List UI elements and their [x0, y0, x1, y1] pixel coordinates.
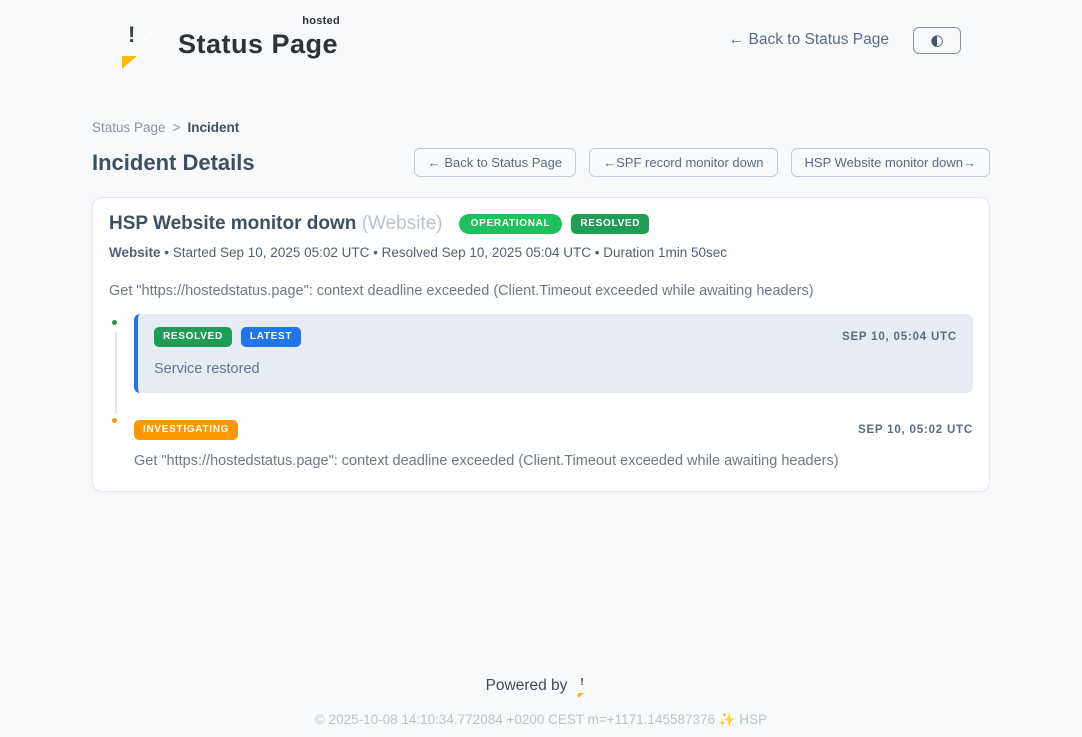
incident-meta: Website • Started Sep 10, 2025 05:02 UTC… [109, 245, 973, 260]
timeline-entry-investigating: INVESTIGATING SEP 10, 05:02 UTC Get "htt… [134, 420, 973, 469]
powered-by: Powered by ! ✓ [486, 676, 597, 695]
back-to-status-page-button[interactable]: ← Back to Status Page [414, 148, 576, 177]
incident-title-row: HSP Website monitor down (Website) OPERA… [109, 213, 973, 235]
mini-logo-tail [578, 693, 584, 698]
timeline-rail [115, 332, 117, 425]
header: ! ✓ Status Pagehosted ← Back to Status P… [0, 0, 1082, 68]
logo-text: Status Pagehosted [178, 21, 338, 60]
title-row: Incident Details ← Back to Status Page ←… [92, 148, 990, 177]
incident-component-label: (Website) [362, 213, 443, 234]
status-page-logo[interactable]: ! ✓ Status Pagehosted [118, 19, 338, 61]
timeline-message: Get "https://hostedstatus.page": context… [134, 453, 973, 469]
breadcrumb-separator: > [173, 120, 181, 135]
timeline-resolved-badge: RESOLVED [154, 327, 232, 347]
status-page-mini-logo-icon[interactable]: ! ✓ [576, 676, 596, 695]
incident-card: HSP Website monitor down (Website) OPERA… [92, 197, 990, 492]
timeline-investigating-badge: INVESTIGATING [134, 420, 238, 440]
sparkles-icon: ✨ [719, 712, 736, 727]
checkmark-icon: ✓ [142, 27, 156, 44]
copyright-text: © 2025-10-08 14:10:34.772084 +0200 CEST … [315, 712, 715, 727]
incident-timeline: RESOLVED LATEST SEP 10, 05:04 UTC Servic… [109, 314, 973, 469]
breadcrumb: Status Page > Incident [92, 120, 990, 135]
incident-nav-buttons: ← Back to Status Page ←SPF record monito… [414, 148, 990, 177]
timeline-entry-resolved: RESOLVED LATEST SEP 10, 05:04 UTC Servic… [134, 314, 973, 393]
timeline-timestamp: SEP 10, 05:04 UTC [842, 331, 957, 343]
breadcrumb-status-page[interactable]: Status Page [92, 120, 166, 135]
exclamation-icon: ! [128, 24, 135, 46]
incident-description: Get "https://hostedstatus.page": context… [109, 283, 973, 299]
theme-contrast-icon: ◐ [930, 33, 943, 48]
meta-component: Website [109, 245, 161, 260]
prev-incident-button[interactable]: ←SPF record monitor down [589, 148, 777, 177]
mini-checkmark-icon: ✓ [587, 680, 594, 688]
logo-bubble-tail [122, 56, 137, 69]
meta-details: • Started Sep 10, 2025 05:02 UTC • Resol… [161, 245, 728, 260]
footer: Powered by ! ✓ © 2025-10-08 14:10:34.772… [0, 676, 1082, 728]
page-title: Incident Details [92, 150, 255, 176]
entry-head: INVESTIGATING SEP 10, 05:02 UTC [134, 420, 973, 440]
timeline-timestamp: SEP 10, 05:02 UTC [858, 424, 973, 436]
status-page-logo-icon: ! ✓ [118, 19, 165, 61]
entry-head: RESOLVED LATEST SEP 10, 05:04 UTC [154, 327, 957, 347]
timeline-latest-badge: LATEST [241, 327, 301, 347]
main-content: Status Page > Incident Incident Details ← … [92, 120, 990, 492]
header-back-to-status-page-link[interactable]: ← Back to Status Page [729, 31, 889, 49]
logo-hosted-label: hosted [302, 15, 340, 27]
theme-toggle-button[interactable]: ◐ [913, 27, 961, 54]
next-incident-button[interactable]: HSP Website monitor down→ [791, 148, 990, 177]
breadcrumb-incident: Incident [187, 120, 239, 135]
copyright-suffix: HSP [739, 712, 767, 727]
operational-status-badge: OPERATIONAL [459, 214, 563, 234]
mini-exclamation-icon: ! [580, 678, 583, 688]
timeline-dot-investigating [108, 414, 121, 427]
incident-title: HSP Website monitor down (Website) [109, 213, 443, 235]
header-right: ← Back to Status Page ◐ [729, 27, 961, 54]
powered-by-label: Powered by [486, 677, 568, 695]
resolved-state-badge: RESOLVED [571, 214, 649, 234]
timeline-dot-resolved [108, 316, 121, 329]
timeline-message: Service restored [154, 361, 957, 377]
copyright-line: © 2025-10-08 14:10:34.772084 +0200 CEST … [0, 712, 1082, 728]
